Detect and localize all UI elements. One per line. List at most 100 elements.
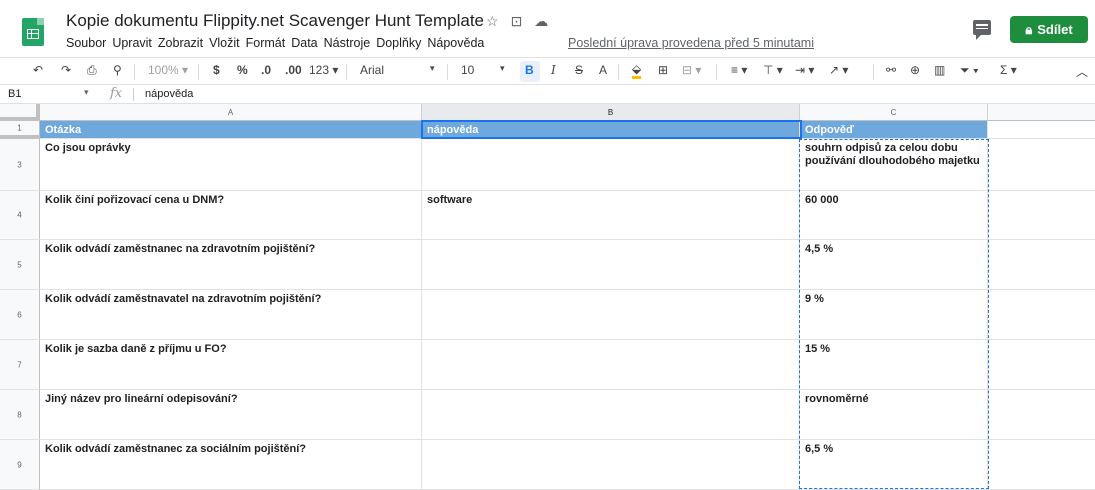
decimal-increase-button[interactable]: .00 bbox=[285, 63, 302, 77]
move-to-folder-icon[interactable]: ⊡ bbox=[511, 13, 523, 30]
share-button[interactable]: 🔒︎ Sdílet bbox=[1010, 16, 1088, 43]
star-icon[interactable]: ☆ bbox=[486, 13, 499, 30]
vertical-align-icon[interactable]: ⊤ ▾ bbox=[763, 63, 783, 77]
insert-link-icon[interactable]: ⚯ bbox=[886, 63, 896, 77]
cell-b1[interactable]: nápověda bbox=[422, 121, 800, 139]
cell-b3[interactable] bbox=[422, 139, 800, 191]
cell-b5[interactable] bbox=[422, 240, 800, 290]
menu-format[interactable]: Formát bbox=[246, 36, 286, 50]
functions-icon[interactable]: Σ ▾ bbox=[1000, 63, 1017, 77]
cell-c6[interactable]: 9 % bbox=[800, 290, 988, 340]
menu-nastroje[interactable]: Nástroje bbox=[324, 36, 371, 50]
cell-b4[interactable]: software bbox=[422, 191, 800, 240]
cell-a1[interactable]: Otázka bbox=[40, 121, 422, 139]
fill-color-icon[interactable]: ⬙ bbox=[632, 63, 642, 79]
name-box-arrow-icon[interactable]: ▾ bbox=[84, 87, 89, 98]
row-header[interactable]: 8 bbox=[0, 390, 40, 440]
cell-c5[interactable]: 4,5 % bbox=[800, 240, 988, 290]
toolbar: ↶ ↷ ⎙ ⚲ 100% ▾ $ % .0 .00 123 ▾ Arial ▾ … bbox=[0, 57, 1095, 85]
cell-d1[interactable] bbox=[988, 121, 1095, 139]
formula-input[interactable]: nápověda bbox=[145, 88, 193, 100]
document-title[interactable]: Kopie dokumentu Flippity.net Scavenger H… bbox=[66, 11, 484, 31]
cell-d9[interactable] bbox=[988, 440, 1095, 490]
cell-a5[interactable]: Kolik odvádí zaměstnanec na zdravotním p… bbox=[40, 240, 422, 290]
cell-c4[interactable]: 60 000 bbox=[800, 191, 988, 240]
redo-icon[interactable]: ↷ bbox=[61, 63, 71, 77]
cell-a3[interactable]: Co jsou oprávky bbox=[40, 139, 422, 191]
column-header-c[interactable]: C bbox=[800, 104, 988, 121]
cell-c1[interactable]: Odpověď bbox=[800, 121, 988, 139]
cell-b7[interactable] bbox=[422, 340, 800, 390]
row-header[interactable]: 3 bbox=[0, 139, 40, 191]
borders-icon[interactable]: ⊞ bbox=[658, 63, 668, 77]
text-rotation-icon[interactable]: ↗ ▾ bbox=[829, 63, 848, 77]
font-select-arrow-icon[interactable]: ▾ bbox=[430, 63, 435, 74]
menu-soubor[interactable]: Soubor bbox=[66, 36, 106, 50]
font-size-select[interactable]: 10 bbox=[461, 63, 474, 77]
insert-comment-icon[interactable]: ⊕ bbox=[910, 63, 920, 77]
menu-data[interactable]: Data bbox=[291, 36, 317, 50]
column-header-a[interactable]: A bbox=[40, 104, 422, 121]
bold-button[interactable]: B bbox=[525, 63, 534, 77]
cell-c7[interactable]: 15 % bbox=[800, 340, 988, 390]
cell-a6[interactable]: Kolik odvádí zaměstnavatel na zdravotním… bbox=[40, 290, 422, 340]
last-edit-link[interactable]: Poslední úprava provedena před 5 minutam… bbox=[568, 36, 814, 50]
collapse-toolbar-icon[interactable]: ︿ bbox=[1076, 63, 1088, 80]
share-label: Sdílet bbox=[1037, 22, 1073, 37]
filter-icon[interactable]: ⏷ ▾ bbox=[960, 63, 979, 78]
app-header: Kopie dokumentu Flippity.net Scavenger H… bbox=[0, 0, 1095, 56]
cell-a7[interactable]: Kolik je sazba daně z příjmu u FO? bbox=[40, 340, 422, 390]
row-header[interactable]: 4 bbox=[0, 191, 40, 240]
comment-history-icon[interactable] bbox=[973, 20, 991, 40]
cell-a9[interactable]: Kolik odvádí zaměstnanec za sociálním po… bbox=[40, 440, 422, 490]
formula-bar: B1 ▾ fx nápověda bbox=[0, 85, 1095, 104]
cell-c8[interactable]: rovnoměrné bbox=[800, 390, 988, 440]
cell-a8[interactable]: Jiný název pro lineární odepisování? bbox=[40, 390, 422, 440]
strikethrough-button[interactable]: S bbox=[575, 63, 583, 77]
menu-napoveda[interactable]: Nápověda bbox=[427, 36, 484, 50]
horizontal-align-icon[interactable]: ≡ ▾ bbox=[731, 63, 747, 77]
currency-format-button[interactable]: $ bbox=[213, 63, 220, 77]
merge-cells-icon[interactable]: ⊟ ▾ bbox=[682, 63, 701, 77]
menu-doplnky[interactable]: Doplňky bbox=[376, 36, 421, 50]
text-color-button[interactable]: A bbox=[599, 63, 607, 77]
name-box[interactable]: B1 bbox=[8, 88, 21, 100]
row-header[interactable]: 6 bbox=[0, 290, 40, 340]
cell-d6[interactable] bbox=[988, 290, 1095, 340]
cell-d3[interactable] bbox=[988, 139, 1095, 191]
cell-d4[interactable] bbox=[988, 191, 1095, 240]
row-header[interactable]: 5 bbox=[0, 240, 40, 290]
cell-d7[interactable] bbox=[988, 340, 1095, 390]
row-header[interactable]: 7 bbox=[0, 340, 40, 390]
font-select[interactable]: Arial bbox=[360, 63, 384, 77]
decimal-decrease-button[interactable]: .0 bbox=[261, 63, 271, 77]
menu-upravit[interactable]: Upravit bbox=[112, 36, 152, 50]
print-icon[interactable]: ⎙ bbox=[87, 63, 97, 78]
undo-icon[interactable]: ↶ bbox=[33, 63, 43, 77]
column-header-b[interactable]: B bbox=[422, 104, 800, 121]
more-formats-select[interactable]: 123 ▾ bbox=[309, 63, 338, 77]
cell-a4[interactable]: Kolik činí pořizovací cena u DNM? bbox=[40, 191, 422, 240]
font-size-arrow-icon[interactable]: ▾ bbox=[500, 63, 505, 74]
cloud-status-icon[interactable]: ☁ bbox=[534, 13, 548, 30]
percent-format-button[interactable]: % bbox=[237, 63, 248, 77]
cell-b9[interactable] bbox=[422, 440, 800, 490]
row-header[interactable]: 1 bbox=[0, 121, 40, 139]
cell-b6[interactable] bbox=[422, 290, 800, 340]
sheets-logo-icon[interactable] bbox=[22, 18, 44, 46]
cell-b8[interactable] bbox=[422, 390, 800, 440]
row-header[interactable]: 9 bbox=[0, 440, 40, 490]
cell-c3[interactable]: souhrn odpisů za celou dobu používání dl… bbox=[800, 139, 988, 191]
zoom-select[interactable]: 100% ▾ bbox=[148, 63, 188, 77]
cell-d5[interactable] bbox=[988, 240, 1095, 290]
menu-zobrazit[interactable]: Zobrazit bbox=[158, 36, 203, 50]
paint-format-icon[interactable]: ⚲ bbox=[113, 63, 122, 77]
menu-vlozit[interactable]: Vložit bbox=[209, 36, 240, 50]
insert-chart-icon[interactable]: ▥ bbox=[934, 63, 945, 77]
italic-button[interactable]: I bbox=[551, 63, 556, 77]
select-all-corner[interactable] bbox=[0, 104, 40, 121]
cell-d8[interactable] bbox=[988, 390, 1095, 440]
text-wrapping-icon[interactable]: ⇥ ▾ bbox=[795, 63, 814, 77]
cell-c9[interactable]: 6,5 % bbox=[800, 440, 988, 490]
column-header-d[interactable] bbox=[988, 104, 1095, 121]
